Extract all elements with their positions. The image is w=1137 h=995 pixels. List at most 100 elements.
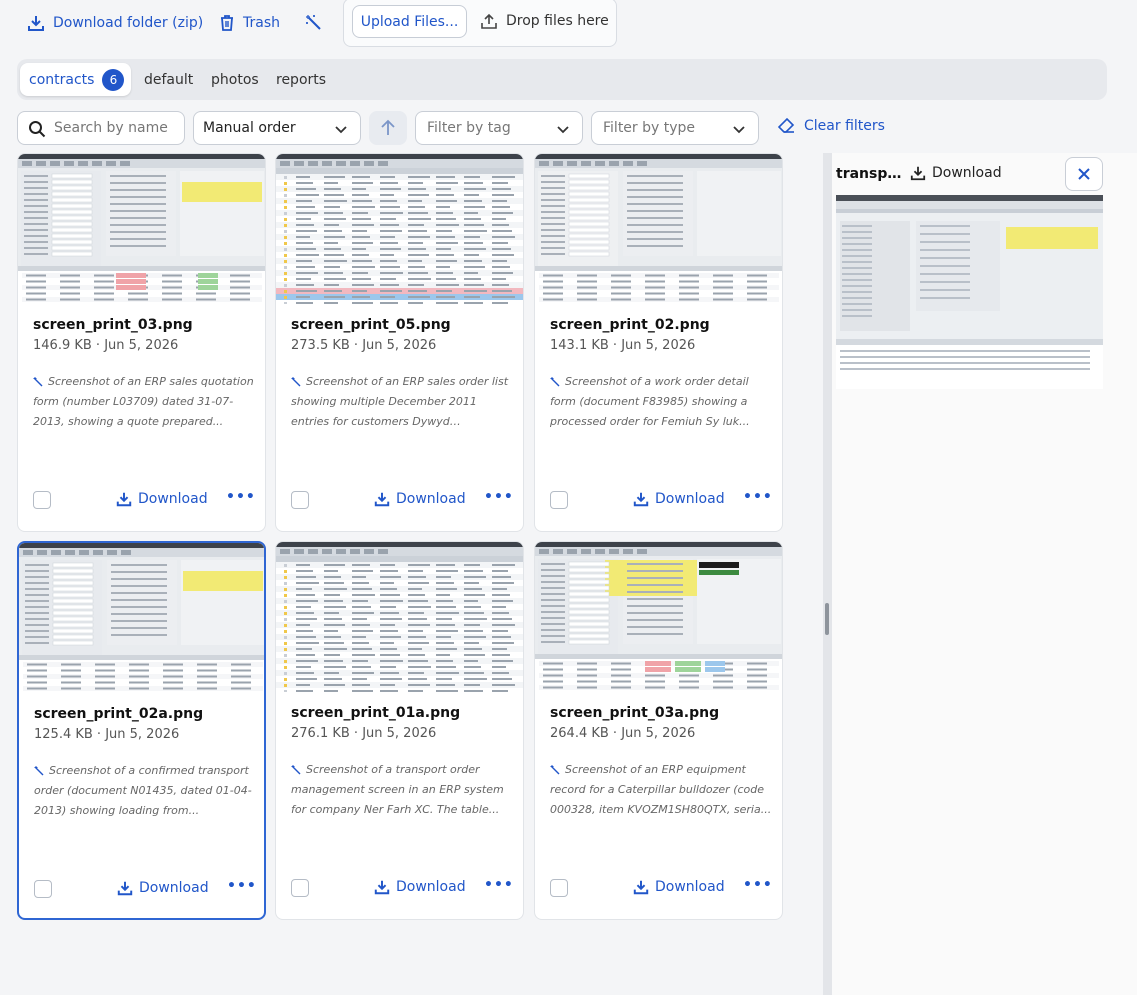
- drop-zone[interactable]: Drop files here: [480, 12, 609, 30]
- sparkle-icon: [33, 377, 43, 387]
- download-icon: [633, 880, 649, 895]
- file-description-text: Screenshot of a confirmed transport orde…: [34, 764, 252, 817]
- order-select[interactable]: Manual order: [193, 111, 361, 145]
- sort-direction-button[interactable]: [369, 111, 407, 145]
- more-options-button[interactable]: •••: [227, 878, 257, 894]
- file-card[interactable]: screen_print_02.png 143.1 KB · Jun 5, 202…: [534, 153, 783, 532]
- panel-splitter[interactable]: [823, 153, 832, 995]
- file-card[interactable]: screen_print_03a.png 264.4 KB · Jun 5, 20…: [534, 541, 783, 920]
- more-options-button[interactable]: •••: [226, 489, 256, 505]
- download-button[interactable]: Download: [374, 491, 466, 507]
- file-thumbnail[interactable]: [276, 154, 523, 304]
- search-placeholder: Search by name: [54, 120, 168, 136]
- more-options-button[interactable]: •••: [484, 877, 514, 893]
- app-root: Download folder (zip) Trash Upload Files…: [0, 0, 1137, 995]
- download-button[interactable]: Download: [633, 491, 725, 507]
- file-description-text: Screenshot of a work order detail form (…: [550, 375, 750, 428]
- download-icon: [116, 492, 132, 507]
- download-label: Download: [396, 879, 466, 895]
- file-thumbnail[interactable]: [18, 154, 265, 304]
- select-checkbox[interactable]: [34, 880, 52, 898]
- file-card[interactable]: screen_print_05.png 273.5 KB · Jun 5, 202…: [275, 153, 524, 532]
- file-card[interactable]: screen_print_02a.png 125.4 KB · Jun 5, 20…: [17, 541, 266, 920]
- tab-contracts[interactable]: contracts 6: [20, 63, 131, 96]
- sparkle-icon: [291, 765, 301, 775]
- file-name[interactable]: screen_print_03.png: [33, 317, 193, 333]
- file-name[interactable]: screen_print_03a.png: [550, 705, 719, 721]
- file-description: Screenshot of a transport order manageme…: [291, 760, 513, 820]
- toolbar: Download folder (zip) Trash Upload Files…: [0, 0, 1137, 47]
- select-checkbox[interactable]: [291, 491, 309, 509]
- download-label: Download: [139, 880, 209, 896]
- sparkle-icon: [34, 766, 44, 776]
- splitter-grip[interactable]: [825, 603, 829, 635]
- select-checkbox[interactable]: [33, 491, 51, 509]
- tab-photos[interactable]: photos: [211, 63, 259, 96]
- select-checkbox[interactable]: [550, 879, 568, 897]
- file-meta: 273.5 KB · Jun 5, 2026: [291, 338, 437, 353]
- file-meta: 143.1 KB · Jun 5, 2026: [550, 338, 696, 353]
- file-card[interactable]: screen_print_03.png 146.9 KB · Jun 5, 202…: [17, 153, 266, 532]
- more-options-button[interactable]: •••: [743, 489, 773, 505]
- download-button[interactable]: Download: [117, 880, 209, 896]
- download-button[interactable]: Download: [633, 879, 725, 895]
- download-icon: [28, 16, 44, 31]
- file-meta: 276.1 KB · Jun 5, 2026: [291, 726, 437, 741]
- file-name[interactable]: screen_print_05.png: [291, 317, 451, 333]
- file-description-text: Screenshot of an ERP sales order list sh…: [291, 375, 509, 428]
- sparkle-icon: [550, 765, 560, 775]
- download-folder-button[interactable]: Download folder (zip): [27, 10, 203, 36]
- type-filter-select[interactable]: Filter by type: [591, 111, 759, 145]
- preview-image: [836, 195, 1103, 389]
- download-label: Download: [655, 879, 725, 895]
- upload-area[interactable]: Upload Files... Drop files here: [343, 0, 617, 47]
- drop-label: Drop files here: [506, 13, 609, 29]
- file-thumbnail[interactable]: [19, 543, 264, 693]
- file-thumbnail[interactable]: [535, 542, 782, 692]
- close-preview-button[interactable]: [1065, 157, 1103, 191]
- tab-default[interactable]: default: [144, 63, 193, 96]
- upload-icon: [481, 13, 497, 29]
- download-icon: [910, 166, 926, 181]
- chevron-down-icon: [557, 126, 569, 134]
- select-checkbox[interactable]: [291, 879, 309, 897]
- download-button[interactable]: Download: [374, 879, 466, 895]
- type-placeholder: Filter by type: [603, 120, 696, 136]
- more-options-button[interactable]: •••: [484, 489, 514, 505]
- tag-placeholder: Filter by tag: [427, 120, 511, 136]
- file-name[interactable]: screen_print_02.png: [550, 317, 710, 333]
- download-icon: [633, 492, 649, 507]
- file-description-text: Screenshot of an ERP sales quotation for…: [33, 375, 254, 428]
- download-label: Download: [138, 491, 208, 507]
- order-value: Manual order: [203, 120, 296, 136]
- search-input[interactable]: Search by name: [17, 111, 185, 145]
- upload-files-button[interactable]: Upload Files...: [352, 5, 467, 38]
- file-description: Screenshot of a confirmed transport orde…: [34, 761, 256, 821]
- chevron-down-icon: [335, 126, 347, 134]
- clear-filters-button[interactable]: Clear filters: [778, 118, 885, 134]
- trash-button[interactable]: Trash: [219, 10, 280, 36]
- select-checkbox[interactable]: [550, 491, 568, 509]
- arrow-up-icon: [381, 119, 395, 135]
- magic-wand-icon: [306, 15, 321, 30]
- file-card[interactable]: screen_print_01a.png 276.1 KB · Jun 5, 20…: [275, 541, 524, 920]
- preview-title: transpo...: [836, 166, 902, 182]
- tab-reports[interactable]: reports: [276, 63, 326, 96]
- count-badge: 6: [102, 68, 125, 91]
- file-description: Screenshot of an ERP equipment record fo…: [550, 760, 772, 820]
- file-meta: 146.9 KB · Jun 5, 2026: [33, 338, 179, 353]
- file-thumbnail[interactable]: [535, 154, 782, 304]
- trash-icon: [221, 15, 233, 31]
- file-name[interactable]: screen_print_02a.png: [34, 706, 203, 722]
- more-options-button[interactable]: •••: [743, 877, 773, 893]
- magic-wand-button[interactable]: [305, 10, 323, 36]
- download-folder-label: Download folder (zip): [53, 15, 204, 31]
- clear-filters-label: Clear filters: [804, 118, 885, 134]
- file-thumbnail[interactable]: [276, 542, 523, 692]
- file-description-text: Screenshot of an ERP equipment record fo…: [550, 763, 772, 816]
- preview-download-button[interactable]: Download: [910, 165, 1002, 181]
- download-button[interactable]: Download: [116, 491, 208, 507]
- file-name[interactable]: screen_print_01a.png: [291, 705, 460, 721]
- file-description-text: Screenshot of a transport order manageme…: [291, 763, 504, 816]
- tag-filter-select[interactable]: Filter by tag: [415, 111, 583, 145]
